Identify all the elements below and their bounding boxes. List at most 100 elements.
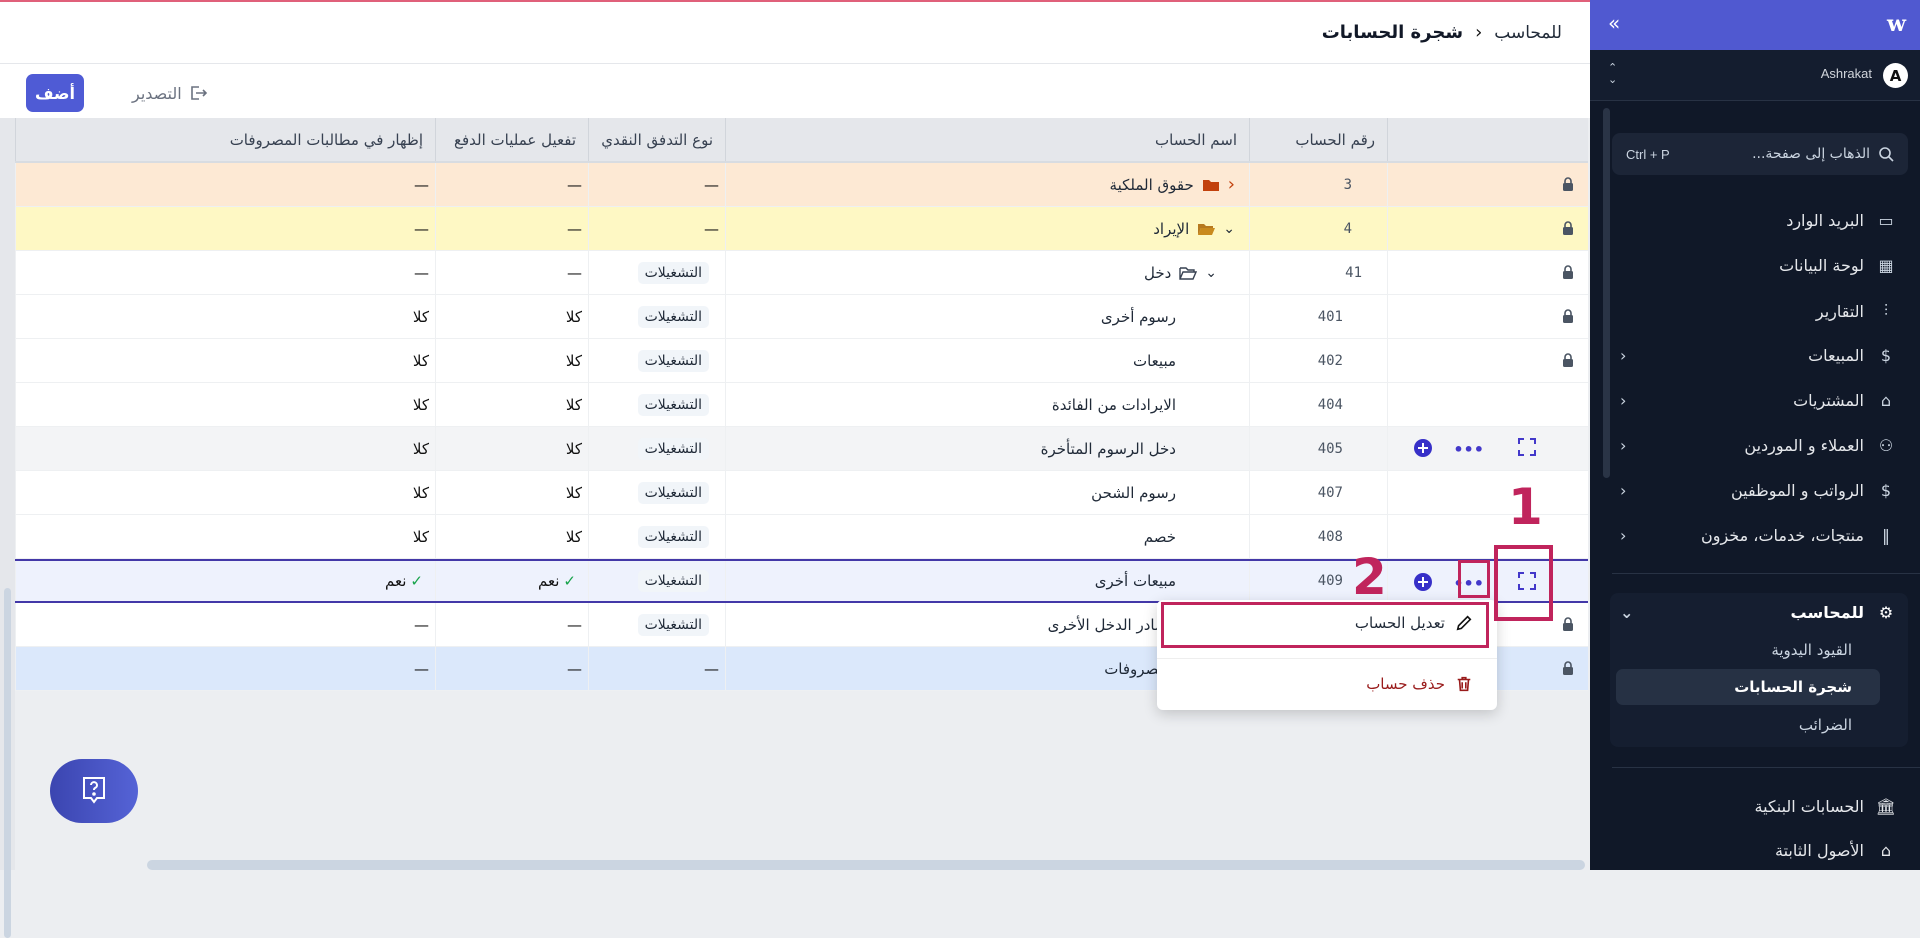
breadcrumb-parent[interactable]: للمحاسب	[1494, 23, 1562, 43]
expense-claims-value: —	[414, 263, 429, 282]
add-button[interactable]: أضف	[26, 74, 84, 112]
collapse-sidebar-icon[interactable]: »	[1608, 11, 1620, 35]
delete-account-menu-item[interactable]: حذف حساب	[1157, 658, 1497, 708]
expense-claims-value: —	[414, 659, 429, 678]
cash-flow-cell: التشغيلات	[588, 427, 725, 470]
add-child-icon[interactable]	[1413, 438, 1433, 462]
account-name[interactable]: خصم	[1144, 528, 1249, 546]
table-row[interactable]: 3 ‹ حقوق الملكية — — —	[15, 163, 1588, 207]
sidebar-item[interactable]: $ المبيعات ‹	[1590, 335, 1920, 375]
account-name[interactable]: رسوم أخرى	[1101, 308, 1249, 326]
expense-claims-cell: —	[15, 251, 435, 294]
account-name[interactable]: دخل	[1144, 264, 1171, 282]
sidebar-item[interactable]: $ الرواتب و الموظفين ‹	[1590, 470, 1920, 510]
sidebar-item[interactable]: ⫶ التقارير	[1590, 291, 1920, 331]
account-number: 404	[1317, 396, 1343, 413]
payments-cell: كلا	[435, 339, 588, 382]
payments-value-text: نعم	[538, 572, 560, 590]
number-cell: 41	[1249, 251, 1387, 294]
lock-indicator	[1562, 265, 1574, 283]
sidebar-subitem-manual-journals[interactable]: القيود اليدوية	[1590, 632, 1920, 668]
cash-flow-cell: التشغيلات	[588, 339, 725, 382]
chevron-down-icon[interactable]: ⌄	[1223, 221, 1235, 237]
search-icon	[1879, 147, 1894, 162]
table-row[interactable]: 402 مبيعات التشغيلات كلا كلا	[15, 339, 1588, 383]
column-header-payments[interactable]: تفعيل عمليات الدفع	[435, 118, 588, 161]
lock-icon	[1563, 353, 1573, 367]
table-row[interactable]: ••• 405 دخل الرسوم المتأخرة التشغيلات كل…	[15, 427, 1588, 471]
sidebar-subitem-taxes[interactable]: الضرائب	[1590, 707, 1920, 743]
sidebar-item[interactable]: ▭ البريد الوارد	[1590, 200, 1920, 240]
sidebar-item[interactable]: ⌂ المشتريات ‹	[1590, 380, 1920, 420]
sidebar-item-label: التقارير	[1815, 301, 1864, 321]
payments-value: ✓نعم	[538, 572, 588, 590]
account-number: 401	[1317, 308, 1343, 325]
name-cell: خصم	[725, 515, 1249, 558]
folder-open-icon	[1179, 266, 1198, 280]
payments-value: كلا	[565, 439, 582, 458]
annotation-box-1	[1494, 545, 1553, 621]
chevron-left-icon: ‹	[1620, 525, 1627, 545]
name-cell: ⌄ دخل	[725, 251, 1249, 294]
number-cell: 3	[1249, 163, 1387, 206]
column-header-cash-flow[interactable]: نوع التدفق النقدي	[588, 118, 725, 161]
actions-cell	[1387, 163, 1588, 206]
sidebar-item-label: المشتريات	[1793, 390, 1864, 410]
expense-claims-cell: —	[15, 647, 435, 690]
sidebar-item-fixed-assets[interactable]: ⌂ الأصول الثابتة	[1590, 830, 1920, 870]
chevron-left-icon: ‹	[1620, 345, 1627, 365]
sidebar-item[interactable]: ▦ لوحة البيانات	[1590, 245, 1920, 285]
table-row[interactable]: 404 الايرادات من الفائدة التشغيلات كلا ك…	[15, 383, 1588, 427]
table-row[interactable]: 407 رسوم الشحن التشغيلات كلا كلا	[15, 471, 1588, 515]
column-header-name[interactable]: اسم الحساب	[725, 118, 1249, 161]
export-button[interactable]: التصدير	[132, 78, 208, 108]
account-number: 408	[1317, 528, 1343, 545]
expense-claims-cell: —	[15, 603, 435, 646]
sidebar-item[interactable]: ⚇ العملاء و الموردين ‹	[1590, 425, 1920, 465]
cash-flow-cell: —	[588, 207, 725, 250]
account-name[interactable]: رسوم الشحن	[1091, 484, 1249, 502]
column-header-expense-claims[interactable]: إظهار في مطالبات المصروفات	[15, 118, 435, 161]
account-name[interactable]: دخل الرسوم المتأخرة	[1041, 440, 1249, 458]
chevron-left-icon[interactable]: ‹	[1228, 174, 1235, 195]
number-cell: 405	[1249, 427, 1387, 470]
sidebar-item-accountant[interactable]: ⚙ للمحاسب ⌄	[1590, 592, 1920, 632]
user-name: Ashrakat	[1820, 66, 1872, 81]
horizontal-scrollbar[interactable]	[147, 860, 1585, 870]
table-row[interactable]: 41 ⌄ دخل التشغيلات — —	[15, 251, 1588, 295]
account-name[interactable]: مبيعات	[1133, 352, 1249, 370]
account-name[interactable]: حقوق الملكية	[1110, 176, 1194, 194]
sidebar-item-bank-accounts[interactable]: 🏛 الحسابات البنكية	[1590, 786, 1920, 826]
expense-claims-value: ✓نعم	[385, 572, 435, 590]
sidebar-subitem-chart-of-accounts[interactable]: شجرة الحسابات	[1616, 669, 1880, 705]
actions-cell	[1387, 251, 1588, 294]
cash-flow-cell: التشغيلات	[588, 471, 725, 514]
table-row[interactable]: 401 رسوم أخرى التشغيلات كلا كلا	[15, 295, 1588, 339]
expand-icon[interactable]	[1518, 438, 1536, 460]
account-name[interactable]: مبيعات أخرى	[1095, 572, 1249, 590]
more-options-icon[interactable]: •••	[1453, 440, 1484, 459]
sidebar-top-bar: w »	[1590, 0, 1920, 50]
account-name[interactable]: الإيراد	[1153, 220, 1189, 238]
payments-value: كلا	[565, 351, 582, 370]
actions-cell	[1387, 383, 1588, 426]
add-child-icon[interactable]	[1413, 572, 1433, 596]
sidebar-item-label: الرواتب و الموظفين	[1730, 480, 1864, 500]
vertical-scrollbar[interactable]	[0, 118, 15, 938]
cash-flow-cell: التشغيلات	[588, 295, 725, 338]
account-name[interactable]: الايرادات من الفائدة	[1052, 396, 1249, 414]
help-button[interactable]	[50, 759, 138, 823]
user-switcher[interactable]: A Ashrakat ⌃ ⌄	[1590, 50, 1920, 101]
cash-flow-cell: التشغيلات	[588, 603, 725, 646]
table-row[interactable]: 4 ⌄ الإيراد — — —	[15, 207, 1588, 251]
sidebar-item[interactable]: ‖ منتجات، خدمات، مخزون ‹	[1590, 515, 1920, 555]
chevron-down-icon[interactable]: ⌄	[1205, 265, 1217, 281]
annotation-box-2	[1458, 560, 1490, 598]
payments-cell: كلا	[435, 515, 588, 558]
column-header-number[interactable]: رقم الحساب	[1249, 118, 1387, 161]
chevron-updown-icon: ⌃ ⌄	[1608, 61, 1618, 86]
page-search[interactable]: الذهاب إلى صفحة... Ctrl + P	[1612, 133, 1908, 175]
name-cell: رسوم أخرى	[725, 295, 1249, 338]
payments-value: —	[567, 615, 582, 634]
number-cell: 4	[1249, 207, 1387, 250]
